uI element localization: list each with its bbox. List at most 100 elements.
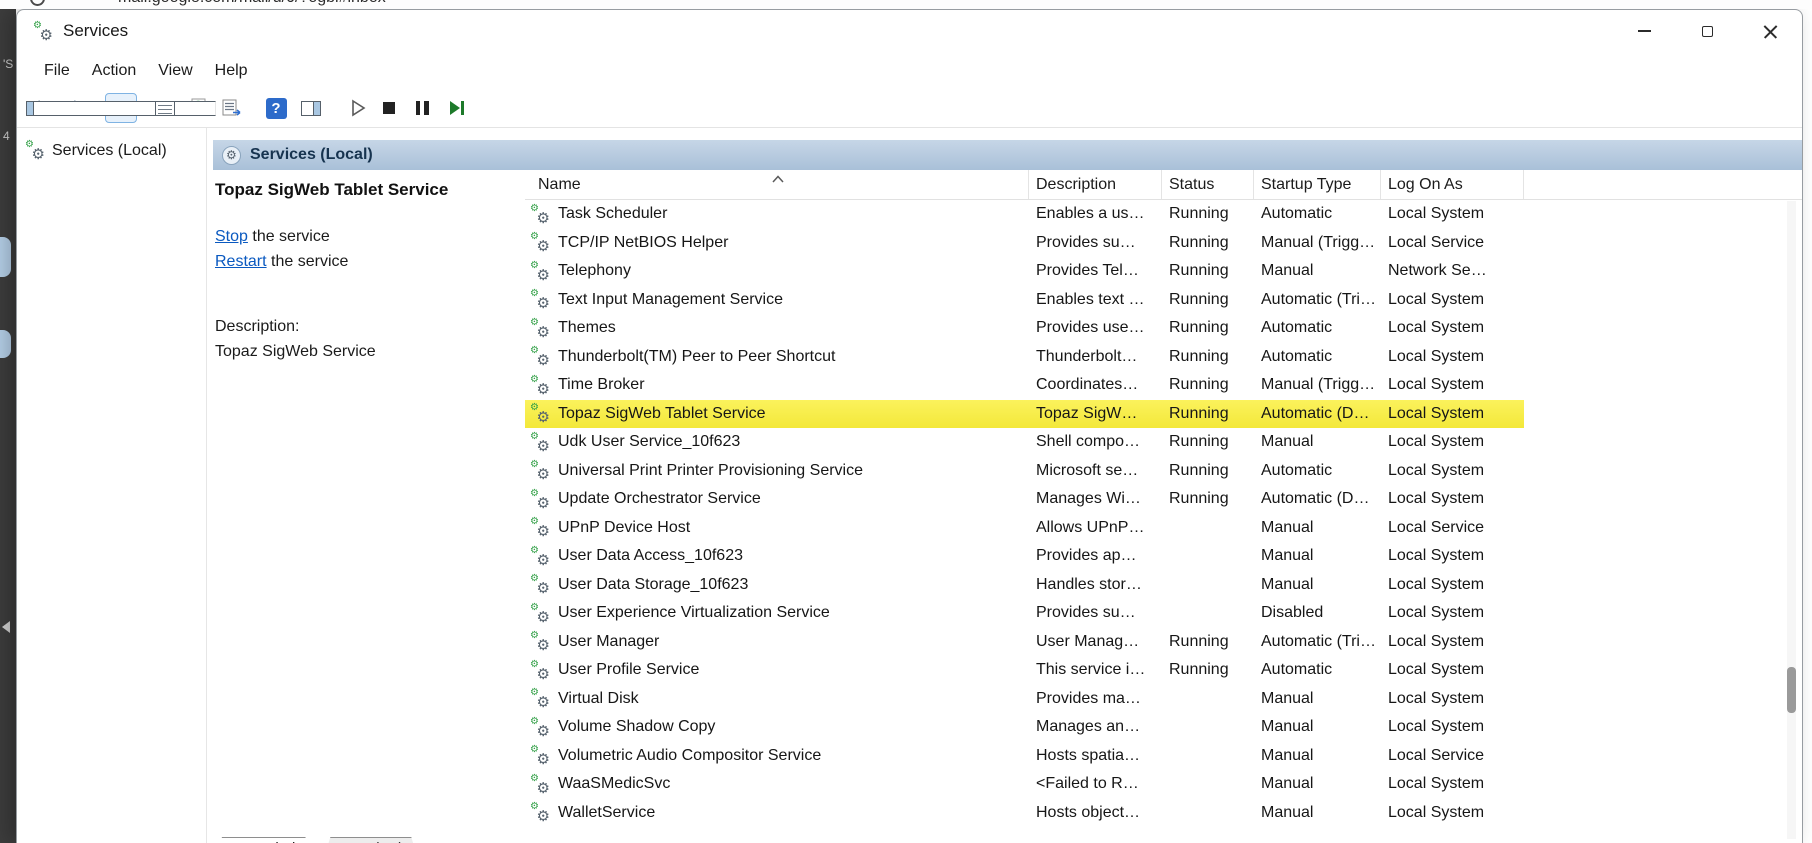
service-logon: Local System [1381, 200, 1524, 229]
service-description: Enables text … [1029, 286, 1162, 315]
service-description: Provides Tel… [1029, 257, 1162, 286]
service-row[interactable]: Volumetric Audio Compositor Service Host… [525, 742, 1802, 771]
action-pane-icon [301, 101, 321, 116]
service-status: Running [1162, 371, 1254, 400]
service-name: User Data Storage_10f623 [558, 576, 748, 594]
description-text: Topaz SigWeb Service [215, 339, 515, 364]
service-startup-type: Manual [1254, 713, 1381, 742]
play-icon [347, 98, 367, 118]
restart-service-button[interactable] [440, 93, 472, 123]
show-action-pane-button[interactable] [295, 93, 327, 123]
service-status: Running [1162, 485, 1254, 514]
tab-extended[interactable]: Extended [213, 837, 314, 843]
service-gear-icon [531, 575, 550, 594]
service-row[interactable]: User Data Access_10f623 Provides ap… Man… [525, 542, 1802, 571]
maximize-button[interactable] [1676, 10, 1739, 52]
service-gear-icon [531, 518, 550, 537]
restart-service-suffix: the service [267, 253, 349, 270]
close-button[interactable] [1739, 10, 1802, 52]
column-header-status[interactable]: Status [1162, 170, 1254, 199]
service-row[interactable]: Universal Print Printer Provisioning Ser… [525, 457, 1802, 486]
service-gear-icon [531, 604, 550, 623]
service-status: Running [1162, 628, 1254, 657]
background-page-left-strip: 'S 4 [0, 9, 16, 843]
menu-help[interactable]: Help [204, 62, 259, 80]
service-description: Provides ap… [1029, 542, 1162, 571]
menu-file[interactable]: File [33, 62, 81, 80]
menu-view[interactable]: View [147, 62, 203, 80]
service-startup-type: Manual [1254, 742, 1381, 771]
service-description: <Failed to R… [1029, 770, 1162, 799]
help-icon [266, 98, 287, 119]
service-logon: Local System [1381, 571, 1524, 600]
service-logon: Local System [1381, 799, 1524, 828]
services-app-icon [34, 22, 53, 41]
service-row[interactable]: Udk User Service_10f623 Shell compo… Run… [525, 428, 1802, 457]
service-name: Udk User Service_10f623 [558, 433, 740, 451]
service-status [1162, 542, 1254, 571]
services-local-banner: Services (Local) [213, 140, 1802, 170]
service-row[interactable]: Thunderbolt(TM) Peer to Peer Shortcut Th… [525, 343, 1802, 372]
service-logon: Local System [1381, 457, 1524, 486]
service-row[interactable]: User Profile Service This service i… Run… [525, 656, 1802, 685]
restart-service-link[interactable]: Restart [215, 253, 267, 270]
service-row[interactable]: Task Scheduler Enables a us… Running Aut… [525, 200, 1802, 229]
start-service-button[interactable] [341, 93, 373, 123]
service-row[interactable]: WaaSMedicSvc <Failed to R… Manual Local … [525, 770, 1802, 799]
service-status: Running [1162, 257, 1254, 286]
pause-icon [416, 101, 429, 115]
service-row[interactable]: TCP/IP NetBIOS Helper Provides su… Runni… [525, 229, 1802, 258]
sidebar-item-services-local[interactable]: Services (Local) [20, 138, 203, 163]
sort-ascending-icon [771, 170, 785, 188]
service-row[interactable]: Time Broker Coordinates… Running Manual … [525, 371, 1802, 400]
minimize-button[interactable] [1613, 10, 1676, 52]
service-logon: Local System [1381, 599, 1524, 628]
service-logon: Network Se… [1381, 257, 1524, 286]
service-status: Running [1162, 229, 1254, 258]
show-console-tree-button[interactable] [105, 93, 137, 123]
service-name: Task Scheduler [558, 205, 667, 223]
service-startup-type: Manual [1254, 257, 1381, 286]
service-status [1162, 770, 1254, 799]
menu-action[interactable]: Action [81, 62, 147, 80]
tab-standard[interactable]: Standard [321, 837, 420, 843]
column-header-startup-type[interactable]: Startup Type [1254, 170, 1381, 199]
service-row[interactable]: User Manager User Manag… Running Automat… [525, 628, 1802, 657]
service-name: WalletService [558, 804, 655, 822]
service-status [1162, 742, 1254, 771]
service-row[interactable]: Telephony Provides Tel… Running Manual N… [525, 257, 1802, 286]
titlebar[interactable]: Services [17, 10, 1802, 52]
export-list-button[interactable] [216, 93, 248, 123]
minimize-icon [1638, 30, 1651, 32]
service-status [1162, 713, 1254, 742]
service-row[interactable]: Topaz SigWeb Tablet Service Topaz SigW… … [525, 400, 1802, 429]
service-row[interactable]: User Experience Virtualization Service P… [525, 599, 1802, 628]
service-row[interactable]: UPnP Device Host Allows UPnP… Manual Loc… [525, 514, 1802, 543]
service-row[interactable]: Themes Provides use… Running Automatic L… [525, 314, 1802, 343]
service-gear-icon [531, 433, 550, 452]
stop-service-link[interactable]: Stop [215, 228, 248, 245]
service-startup-type: Manual [1254, 685, 1381, 714]
service-name: Themes [558, 319, 616, 337]
service-row[interactable]: Volume Shadow Copy Manages an… Manual Lo… [525, 713, 1802, 742]
background-browser-top-strip: mail.google.com/mail/u/0/?ogbl#inbox [0, 0, 1812, 9]
service-startup-type: Manual (Trigg… [1254, 229, 1381, 258]
service-name: User Data Access_10f623 [558, 547, 743, 565]
service-startup-type: Automatic [1254, 457, 1381, 486]
services-node-icon [26, 141, 45, 160]
pause-service-button[interactable] [406, 93, 438, 123]
vertical-scrollbar[interactable] [1787, 201, 1796, 839]
help-button[interactable] [260, 93, 292, 123]
column-header-description[interactable]: Description [1029, 170, 1162, 199]
service-startup-type: Automatic [1254, 314, 1381, 343]
service-row[interactable]: Text Input Management Service Enables te… [525, 286, 1802, 315]
scrollbar-thumb[interactable] [1787, 667, 1796, 713]
service-row[interactable]: Virtual Disk Provides ma… Manual Local S… [525, 685, 1802, 714]
service-row[interactable]: User Data Storage_10f623 Handles stor… M… [525, 571, 1802, 600]
column-header-log-on-as[interactable]: Log On As [1381, 170, 1524, 199]
service-description: Hosts spatia… [1029, 742, 1162, 771]
stop-service-button[interactable] [373, 93, 405, 123]
service-startup-type: Automatic (Tri… [1254, 628, 1381, 657]
service-row[interactable]: Update Orchestrator Service Manages Wi… … [525, 485, 1802, 514]
service-row[interactable]: WalletService Hosts object… Manual Local… [525, 799, 1802, 828]
